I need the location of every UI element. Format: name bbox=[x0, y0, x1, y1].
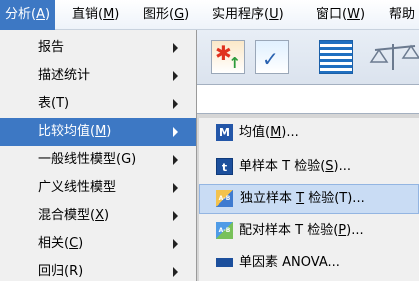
menu-graphs[interactable]: 图形(G) bbox=[138, 0, 194, 30]
menu-item-regression[interactable]: 回归(R) bbox=[0, 258, 196, 281]
menu-item-correlate[interactable]: 相关(C) bbox=[0, 230, 196, 258]
menu-analyze[interactable]: 分析(A) bbox=[0, 0, 56, 30]
menu-item-one-sample-t-test[interactable]: t 单样本 T 检验(S)... bbox=[199, 152, 419, 182]
submenu-arrow-icon bbox=[173, 127, 178, 137]
toolbar: ✱ ↑ ✓ bbox=[197, 30, 419, 84]
cell-editor-bar[interactable] bbox=[197, 84, 419, 114]
menu-direct-marketing[interactable]: 直销(M) bbox=[67, 0, 124, 30]
one-way-anova-icon bbox=[216, 258, 233, 267]
menu-item-general-linear-model[interactable]: 一般线性模型(G) bbox=[0, 146, 196, 174]
menu-bar: 分析(A) 直销(M) 图形(G) 实用程序(U) 窗口(W) 帮助 bbox=[0, 0, 419, 30]
submenu-arrow-icon bbox=[173, 43, 178, 53]
menu-item-reports[interactable]: 报告 bbox=[0, 34, 196, 62]
independent-samples-icon: A-B bbox=[216, 190, 233, 207]
menu-help[interactable]: 帮助 bbox=[384, 0, 419, 30]
means-icon: M bbox=[216, 124, 233, 141]
scale-icon[interactable] bbox=[367, 40, 419, 74]
submenu-arrow-icon bbox=[173, 239, 178, 249]
menu-item-generalized-linear-models[interactable]: 广义线性模型 bbox=[0, 174, 196, 202]
one-sample-t-icon: t bbox=[216, 158, 233, 175]
submenu-arrow-icon bbox=[173, 155, 178, 165]
menu-item-compare-means[interactable]: 比较均值(M) bbox=[0, 118, 196, 146]
submenu-arrow-icon bbox=[173, 71, 178, 81]
submenu-arrow-icon bbox=[173, 183, 178, 193]
submenu-arrow-icon bbox=[173, 99, 178, 109]
menu-utilities[interactable]: 实用程序(U) bbox=[207, 0, 289, 30]
value-labels-icon[interactable] bbox=[319, 40, 353, 74]
menu-item-independent-samples-t-test[interactable]: A-B 独立样本 T 检验(T)... bbox=[199, 184, 419, 214]
weight-cases-icon[interactable]: ✓ bbox=[255, 40, 289, 74]
menu-window[interactable]: 窗口(W) bbox=[311, 0, 370, 30]
menu-item-mixed-models[interactable]: 混合模型(X) bbox=[0, 202, 196, 230]
paired-samples-icon: A-B bbox=[216, 222, 233, 239]
menu-item-tables[interactable]: 表(T) bbox=[0, 90, 196, 118]
menu-item-means[interactable]: M 均值(M)... bbox=[199, 118, 419, 148]
submenu-arrow-icon bbox=[173, 267, 178, 277]
analyze-menu: 报告 描述统计 表(T) 比较均值(M) 一般线性模型(G) 广义线性模型 混合… bbox=[0, 30, 197, 281]
menu-item-paired-samples-t-test[interactable]: A-B 配对样本 T 检验(P)... bbox=[199, 216, 419, 246]
select-cases-icon[interactable]: ✱ ↑ bbox=[211, 40, 245, 74]
menu-item-descriptive-statistics[interactable]: 描述统计 bbox=[0, 62, 196, 90]
compare-means-menu: M 均值(M)... t 单样本 T 检验(S)... A-B 独立样本 T 检… bbox=[199, 118, 419, 281]
menu-item-one-way-anova[interactable]: 单因素 ANOVA... bbox=[199, 248, 419, 278]
submenu-arrow-icon bbox=[173, 211, 178, 221]
